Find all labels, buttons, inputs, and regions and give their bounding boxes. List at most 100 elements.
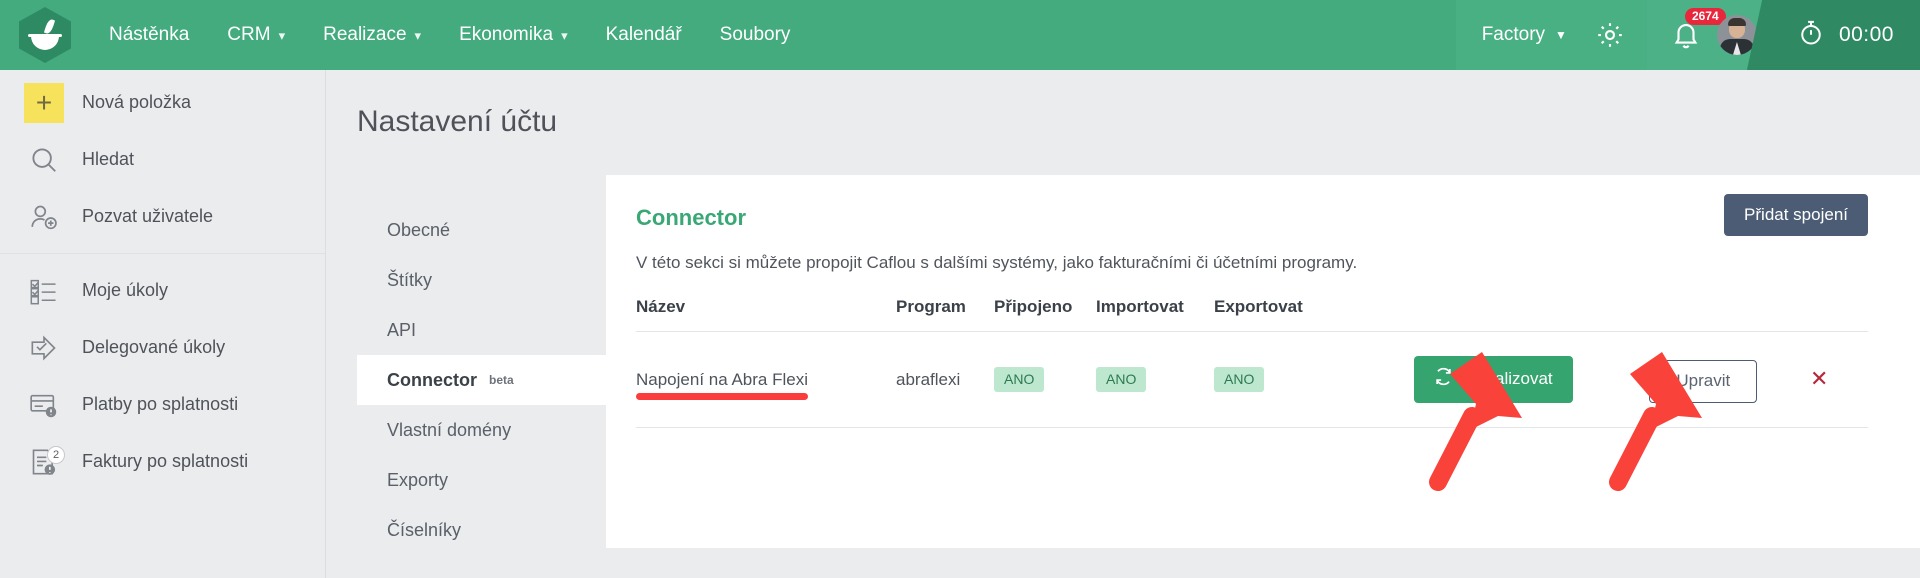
notification-count-badge: 2674 — [1685, 8, 1726, 25]
settings-nav-item-obecne[interactable]: Obecné — [357, 205, 607, 255]
avatar-hair — [1728, 18, 1746, 26]
app-logo[interactable] — [0, 0, 90, 70]
sidebar-item-moje-ukoly[interactable]: Moje úkoly — [0, 262, 325, 319]
add-connection-button[interactable]: Přidat spojení — [1724, 194, 1868, 236]
beta-badge: beta — [489, 373, 514, 387]
topbar-spacer — [809, 0, 1455, 70]
stopwatch-icon — [1797, 18, 1825, 53]
connection-name-text: Napojení na Abra Flexi — [636, 370, 808, 389]
settings-nav-label: Vlastní domény — [387, 420, 511, 441]
nav-label: Soubory — [720, 24, 791, 46]
topbar-right-cluster: Factory ▼ 2674 — [1456, 0, 1920, 70]
invoice-overdue-icon: 2 — [22, 448, 66, 476]
checklist-icon — [22, 277, 66, 305]
settings-nav-label: Connector — [387, 370, 477, 391]
user-avatar[interactable] — [1717, 15, 1757, 55]
sidebar-item-label: Pozvat uživatele — [82, 206, 213, 227]
page-title: Nastavení účtu — [357, 105, 557, 139]
settings-nav-item-connector[interactable]: Connector beta — [357, 355, 607, 405]
logo-bowl-shape — [31, 36, 59, 50]
nav-label: Nástěnka — [109, 24, 189, 46]
settings-nav-item-vlastni-domeny[interactable]: Vlastní domény — [357, 405, 607, 455]
table-header-row: Název Program Připojeno Importovat Expor… — [636, 297, 1868, 332]
caflou-logo-icon — [19, 7, 71, 63]
nav-label: Kalendář — [606, 24, 682, 46]
nav-label: Ekonomika — [459, 24, 553, 46]
nav-item-ekonomika[interactable]: Ekonomika ▾ — [440, 0, 587, 70]
sidebar-item-label: Platby po splatnosti — [82, 394, 238, 415]
cell-program: abraflexi — [896, 332, 994, 428]
left-sidebar: + Nová položka Hledat Pozvat uživatele — [0, 70, 326, 578]
column-header-actions — [1414, 297, 1868, 332]
cell-export: ANO — [1214, 332, 1414, 428]
nav-item-kalendar[interactable]: Kalendář — [587, 0, 701, 70]
edit-button[interactable]: Upravit — [1649, 360, 1757, 403]
refresh-icon — [1434, 367, 1453, 391]
cell-row-actions: Aktualizovat Upravit ✕ — [1414, 332, 1868, 428]
chevron-down-icon: ▾ — [279, 29, 286, 42]
connections-table: Název Program Připojeno Importovat Expor… — [636, 297, 1868, 428]
settings-nav-label: Číselníky — [387, 520, 461, 541]
account-switcher[interactable]: Factory ▼ — [1456, 0, 1647, 70]
sidebar-item-label: Delegované úkoly — [82, 337, 225, 358]
connector-panel: Connector Přidat spojení V této sekci si… — [606, 175, 1920, 548]
connection-name-wrapper: Napojení na Abra Flexi — [636, 370, 808, 390]
sidebar-badge-count: 2 — [47, 446, 65, 464]
cell-connection-name: Napojení na Abra Flexi — [636, 332, 896, 428]
settings-nav-item-ciselniky[interactable]: Číselníky — [357, 505, 607, 555]
settings-nav-label: Exporty — [387, 470, 448, 491]
time-tracker[interactable]: 00:00 — [1771, 0, 1920, 70]
panel-description: V této sekci si můžete propojit Caflou s… — [636, 253, 1357, 273]
top-navigation-bar: Nástěnka CRM ▾ Realizace ▾ Ekonomika ▾ K… — [0, 0, 1920, 70]
sidebar-item-delegovane-ukoly[interactable]: Delegované úkoly — [0, 319, 325, 376]
sidebar-divider — [0, 253, 325, 254]
panel-title: Connector — [636, 205, 746, 231]
status-badge-export: ANO — [1214, 367, 1264, 392]
invite-user-icon — [22, 202, 66, 232]
logo-leaf-shape — [44, 18, 55, 34]
nav-item-nastenka[interactable]: Nástěnka — [90, 0, 208, 70]
delete-button[interactable]: ✕ — [1810, 368, 1828, 390]
settings-sub-navigation: Obecné Štítky API Connector beta Vlastní… — [357, 205, 607, 555]
payment-overdue-icon — [22, 391, 66, 419]
plus-icon: + — [22, 83, 66, 123]
sidebar-item-faktury-po-splatnosti[interactable]: 2 Faktury po splatnosti — [0, 433, 325, 490]
notification-bell-icon[interactable]: 2674 — [1671, 20, 1701, 50]
red-highlight-underline — [636, 393, 808, 400]
sidebar-item-label: Nová položka — [82, 92, 191, 113]
settings-gear-icon[interactable] — [1595, 20, 1625, 50]
main-menu: Nástěnka CRM ▾ Realizace ▾ Ekonomika ▾ K… — [90, 0, 809, 70]
settings-nav-item-api[interactable]: API — [357, 305, 607, 355]
settings-nav-label: Štítky — [387, 270, 432, 291]
nav-label: CRM — [227, 24, 270, 46]
chevron-down-icon: ▼ — [1555, 28, 1567, 42]
column-header-nazev: Název — [636, 297, 896, 332]
table-row: Napojení na Abra Flexi abraflexi ANO ANO… — [636, 332, 1868, 428]
sidebar-item-hledat[interactable]: Hledat — [0, 131, 325, 188]
update-button-label: Aktualizovat — [1461, 369, 1553, 389]
sidebar-item-label: Moje úkoly — [82, 280, 168, 301]
sidebar-item-label: Hledat — [82, 149, 134, 170]
nav-item-soubory[interactable]: Soubory — [701, 0, 810, 70]
column-header-exportovat: Exportovat — [1214, 297, 1414, 332]
sidebar-item-platby-po-splatnosti[interactable]: Platby po splatnosti — [0, 376, 325, 433]
settings-nav-label: Obecné — [387, 220, 450, 241]
column-header-importovat: Importovat — [1096, 297, 1214, 332]
status-badge-import: ANO — [1096, 367, 1146, 392]
settings-nav-label: API — [387, 320, 416, 341]
sidebar-item-nova-polozka[interactable]: + Nová položka — [0, 74, 325, 131]
table-header: Název Program Připojeno Importovat Expor… — [636, 297, 1868, 332]
cell-connected: ANO — [994, 332, 1096, 428]
settings-nav-item-exporty[interactable]: Exporty — [357, 455, 607, 505]
settings-nav-item-stitky[interactable]: Štítky — [357, 255, 607, 305]
chevron-down-icon: ▾ — [415, 29, 422, 42]
update-button[interactable]: Aktualizovat — [1414, 356, 1573, 403]
table-body: Napojení na Abra Flexi abraflexi ANO ANO… — [636, 332, 1868, 428]
nav-item-crm[interactable]: CRM ▾ — [208, 0, 304, 70]
chevron-down-icon: ▾ — [561, 29, 568, 42]
sidebar-item-pozvat-uzivatele[interactable]: Pozvat uživatele — [0, 188, 325, 245]
nav-item-realizace[interactable]: Realizace ▾ — [304, 0, 440, 70]
cell-import: ANO — [1096, 332, 1214, 428]
column-header-program: Program — [896, 297, 994, 332]
sidebar-item-label: Faktury po splatnosti — [82, 451, 248, 472]
